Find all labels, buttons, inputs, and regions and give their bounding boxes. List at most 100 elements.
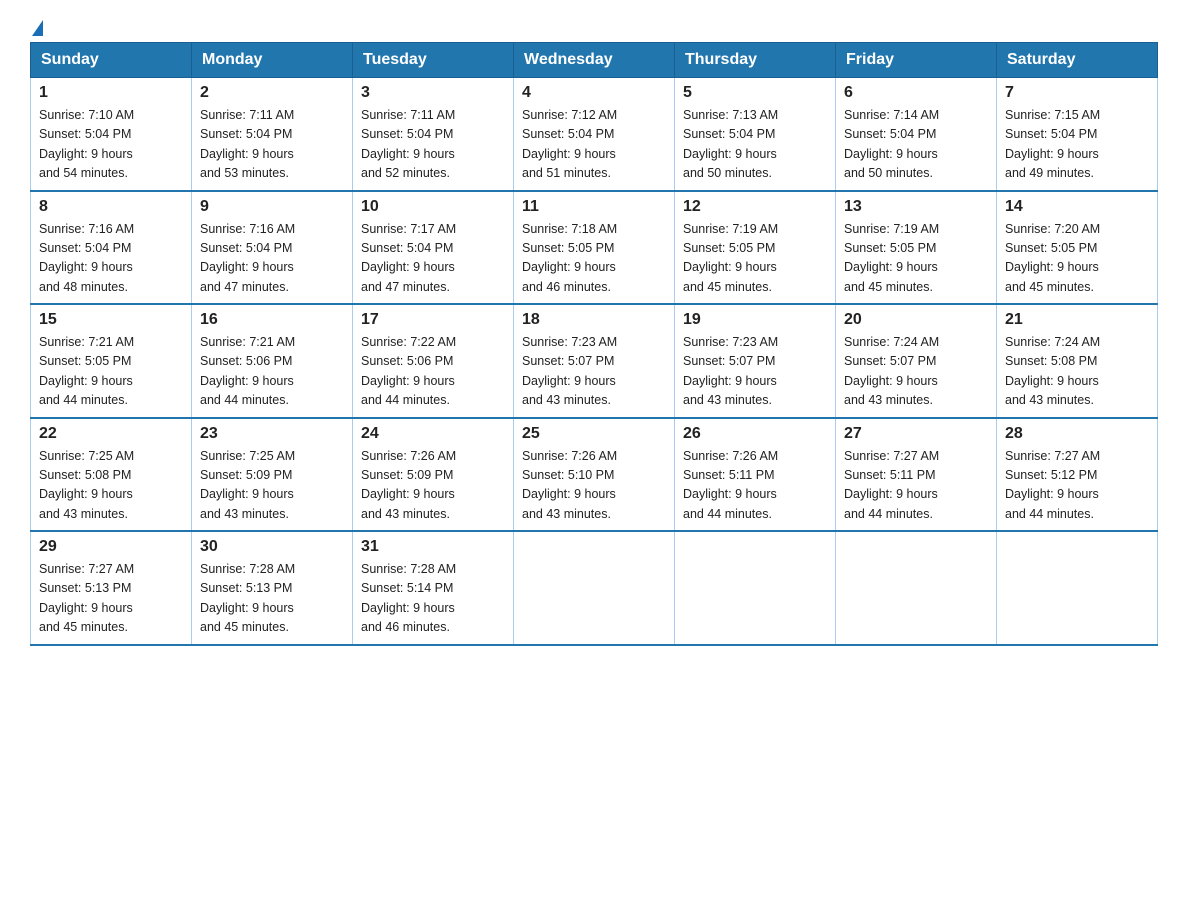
calendar-cell: 21 Sunrise: 7:24 AMSunset: 5:08 PMDayligh… bbox=[997, 304, 1158, 418]
calendar-cell bbox=[836, 531, 997, 645]
day-number: 10 bbox=[361, 198, 505, 216]
day-info: Sunrise: 7:26 AMSunset: 5:09 PMDaylight:… bbox=[361, 447, 505, 525]
day-info: Sunrise: 7:11 AMSunset: 5:04 PMDaylight:… bbox=[200, 106, 344, 184]
day-number: 29 bbox=[39, 538, 183, 556]
weekday-header-wednesday: Wednesday bbox=[514, 43, 675, 78]
day-info: Sunrise: 7:24 AMSunset: 5:07 PMDaylight:… bbox=[844, 333, 988, 411]
calendar-cell: 22 Sunrise: 7:25 AMSunset: 5:08 PMDayligh… bbox=[31, 418, 192, 532]
day-info: Sunrise: 7:25 AMSunset: 5:08 PMDaylight:… bbox=[39, 447, 183, 525]
day-number: 23 bbox=[200, 425, 344, 443]
weekday-header-monday: Monday bbox=[192, 43, 353, 78]
calendar-cell: 17 Sunrise: 7:22 AMSunset: 5:06 PMDayligh… bbox=[353, 304, 514, 418]
day-number: 7 bbox=[1005, 84, 1149, 102]
calendar-cell: 19Sunrise: 7:23 AMSunset: 5:07 PMDayligh… bbox=[675, 304, 836, 418]
calendar-cell: 11Sunrise: 7:18 AMSunset: 5:05 PMDayligh… bbox=[514, 191, 675, 305]
calendar-cell: 23 Sunrise: 7:25 AMSunset: 5:09 PMDayligh… bbox=[192, 418, 353, 532]
day-info: Sunrise: 7:22 AMSunset: 5:06 PMDaylight:… bbox=[361, 333, 505, 411]
calendar-cell: 14 Sunrise: 7:20 AMSunset: 5:05 PMDayligh… bbox=[997, 191, 1158, 305]
day-info: Sunrise: 7:26 AMSunset: 5:10 PMDaylight:… bbox=[522, 447, 666, 525]
weekday-header-sunday: Sunday bbox=[31, 43, 192, 78]
calendar-cell: 27 Sunrise: 7:27 AMSunset: 5:11 PMDayligh… bbox=[836, 418, 997, 532]
calendar-cell: 6Sunrise: 7:14 AMSunset: 5:04 PMDaylight… bbox=[836, 78, 997, 191]
calendar-cell bbox=[514, 531, 675, 645]
day-number: 27 bbox=[844, 425, 988, 443]
calendar-cell: 8 Sunrise: 7:16 AMSunset: 5:04 PMDaylight… bbox=[31, 191, 192, 305]
calendar-cell: 10 Sunrise: 7:17 AMSunset: 5:04 PMDayligh… bbox=[353, 191, 514, 305]
calendar-week-row: 8 Sunrise: 7:16 AMSunset: 5:04 PMDaylight… bbox=[31, 191, 1158, 305]
day-info: Sunrise: 7:23 AMSunset: 5:07 PMDaylight:… bbox=[683, 333, 827, 411]
calendar-cell: 3Sunrise: 7:11 AMSunset: 5:04 PMDaylight… bbox=[353, 78, 514, 191]
day-number: 24 bbox=[361, 425, 505, 443]
day-number: 17 bbox=[361, 311, 505, 329]
calendar-cell: 2 Sunrise: 7:11 AMSunset: 5:04 PMDaylight… bbox=[192, 78, 353, 191]
day-number: 30 bbox=[200, 538, 344, 556]
day-info: Sunrise: 7:13 AMSunset: 5:04 PMDaylight:… bbox=[683, 106, 827, 184]
weekday-header-tuesday: Tuesday bbox=[353, 43, 514, 78]
day-number: 3 bbox=[361, 84, 505, 102]
day-info: Sunrise: 7:12 AMSunset: 5:04 PMDaylight:… bbox=[522, 106, 666, 184]
calendar-cell: 28Sunrise: 7:27 AMSunset: 5:12 PMDayligh… bbox=[997, 418, 1158, 532]
weekday-header-row: SundayMondayTuesdayWednesdayThursdayFrid… bbox=[31, 43, 1158, 78]
calendar-week-row: 1 Sunrise: 7:10 AMSunset: 5:04 PMDaylight… bbox=[31, 78, 1158, 191]
day-info: Sunrise: 7:16 AMSunset: 5:04 PMDaylight:… bbox=[39, 220, 183, 298]
day-number: 11 bbox=[522, 198, 666, 216]
calendar-cell: 18 Sunrise: 7:23 AMSunset: 5:07 PMDayligh… bbox=[514, 304, 675, 418]
calendar-cell: 20 Sunrise: 7:24 AMSunset: 5:07 PMDayligh… bbox=[836, 304, 997, 418]
day-info: Sunrise: 7:28 AMSunset: 5:14 PMDaylight:… bbox=[361, 560, 505, 638]
calendar-cell: 24 Sunrise: 7:26 AMSunset: 5:09 PMDayligh… bbox=[353, 418, 514, 532]
day-info: Sunrise: 7:25 AMSunset: 5:09 PMDaylight:… bbox=[200, 447, 344, 525]
day-info: Sunrise: 7:24 AMSunset: 5:08 PMDaylight:… bbox=[1005, 333, 1149, 411]
day-number: 4 bbox=[522, 84, 666, 102]
day-info: Sunrise: 7:17 AMSunset: 5:04 PMDaylight:… bbox=[361, 220, 505, 298]
calendar-cell: 25 Sunrise: 7:26 AMSunset: 5:10 PMDayligh… bbox=[514, 418, 675, 532]
logo bbox=[30, 20, 43, 32]
calendar-cell: 12Sunrise: 7:19 AMSunset: 5:05 PMDayligh… bbox=[675, 191, 836, 305]
day-info: Sunrise: 7:20 AMSunset: 5:05 PMDaylight:… bbox=[1005, 220, 1149, 298]
calendar-cell: 26 Sunrise: 7:26 AMSunset: 5:11 PMDayligh… bbox=[675, 418, 836, 532]
calendar-cell: 31Sunrise: 7:28 AMSunset: 5:14 PMDayligh… bbox=[353, 531, 514, 645]
calendar-cell: 16Sunrise: 7:21 AMSunset: 5:06 PMDayligh… bbox=[192, 304, 353, 418]
weekday-header-friday: Friday bbox=[836, 43, 997, 78]
day-number: 6 bbox=[844, 84, 988, 102]
calendar-cell: 15 Sunrise: 7:21 AMSunset: 5:05 PMDayligh… bbox=[31, 304, 192, 418]
day-number: 18 bbox=[522, 311, 666, 329]
calendar-week-row: 29 Sunrise: 7:27 AMSunset: 5:13 PMDayligh… bbox=[31, 531, 1158, 645]
calendar-cell: 29 Sunrise: 7:27 AMSunset: 5:13 PMDayligh… bbox=[31, 531, 192, 645]
day-number: 25 bbox=[522, 425, 666, 443]
calendar-cell: 30Sunrise: 7:28 AMSunset: 5:13 PMDayligh… bbox=[192, 531, 353, 645]
day-number: 21 bbox=[1005, 311, 1149, 329]
calendar-cell bbox=[997, 531, 1158, 645]
day-number: 13 bbox=[844, 198, 988, 216]
day-number: 9 bbox=[200, 198, 344, 216]
day-number: 15 bbox=[39, 311, 183, 329]
day-info: Sunrise: 7:15 AMSunset: 5:04 PMDaylight:… bbox=[1005, 106, 1149, 184]
day-number: 5 bbox=[683, 84, 827, 102]
calendar-week-row: 22 Sunrise: 7:25 AMSunset: 5:08 PMDayligh… bbox=[31, 418, 1158, 532]
day-number: 20 bbox=[844, 311, 988, 329]
day-number: 28 bbox=[1005, 425, 1149, 443]
day-info: Sunrise: 7:19 AMSunset: 5:05 PMDaylight:… bbox=[844, 220, 988, 298]
calendar-cell: 9 Sunrise: 7:16 AMSunset: 5:04 PMDaylight… bbox=[192, 191, 353, 305]
day-info: Sunrise: 7:10 AMSunset: 5:04 PMDaylight:… bbox=[39, 106, 183, 184]
day-info: Sunrise: 7:16 AMSunset: 5:04 PMDaylight:… bbox=[200, 220, 344, 298]
calendar-table: SundayMondayTuesdayWednesdayThursdayFrid… bbox=[30, 42, 1158, 646]
day-info: Sunrise: 7:27 AMSunset: 5:13 PMDaylight:… bbox=[39, 560, 183, 638]
day-info: Sunrise: 7:19 AMSunset: 5:05 PMDaylight:… bbox=[683, 220, 827, 298]
day-number: 26 bbox=[683, 425, 827, 443]
day-number: 2 bbox=[200, 84, 344, 102]
day-info: Sunrise: 7:27 AMSunset: 5:11 PMDaylight:… bbox=[844, 447, 988, 525]
day-info: Sunrise: 7:26 AMSunset: 5:11 PMDaylight:… bbox=[683, 447, 827, 525]
calendar-cell bbox=[675, 531, 836, 645]
day-number: 16 bbox=[200, 311, 344, 329]
day-number: 22 bbox=[39, 425, 183, 443]
day-number: 1 bbox=[39, 84, 183, 102]
day-number: 8 bbox=[39, 198, 183, 216]
day-info: Sunrise: 7:23 AMSunset: 5:07 PMDaylight:… bbox=[522, 333, 666, 411]
logo-triangle-icon bbox=[32, 20, 43, 36]
day-info: Sunrise: 7:21 AMSunset: 5:05 PMDaylight:… bbox=[39, 333, 183, 411]
weekday-header-saturday: Saturday bbox=[997, 43, 1158, 78]
calendar-cell: 7 Sunrise: 7:15 AMSunset: 5:04 PMDaylight… bbox=[997, 78, 1158, 191]
weekday-header-thursday: Thursday bbox=[675, 43, 836, 78]
calendar-cell: 5 Sunrise: 7:13 AMSunset: 5:04 PMDaylight… bbox=[675, 78, 836, 191]
day-number: 14 bbox=[1005, 198, 1149, 216]
